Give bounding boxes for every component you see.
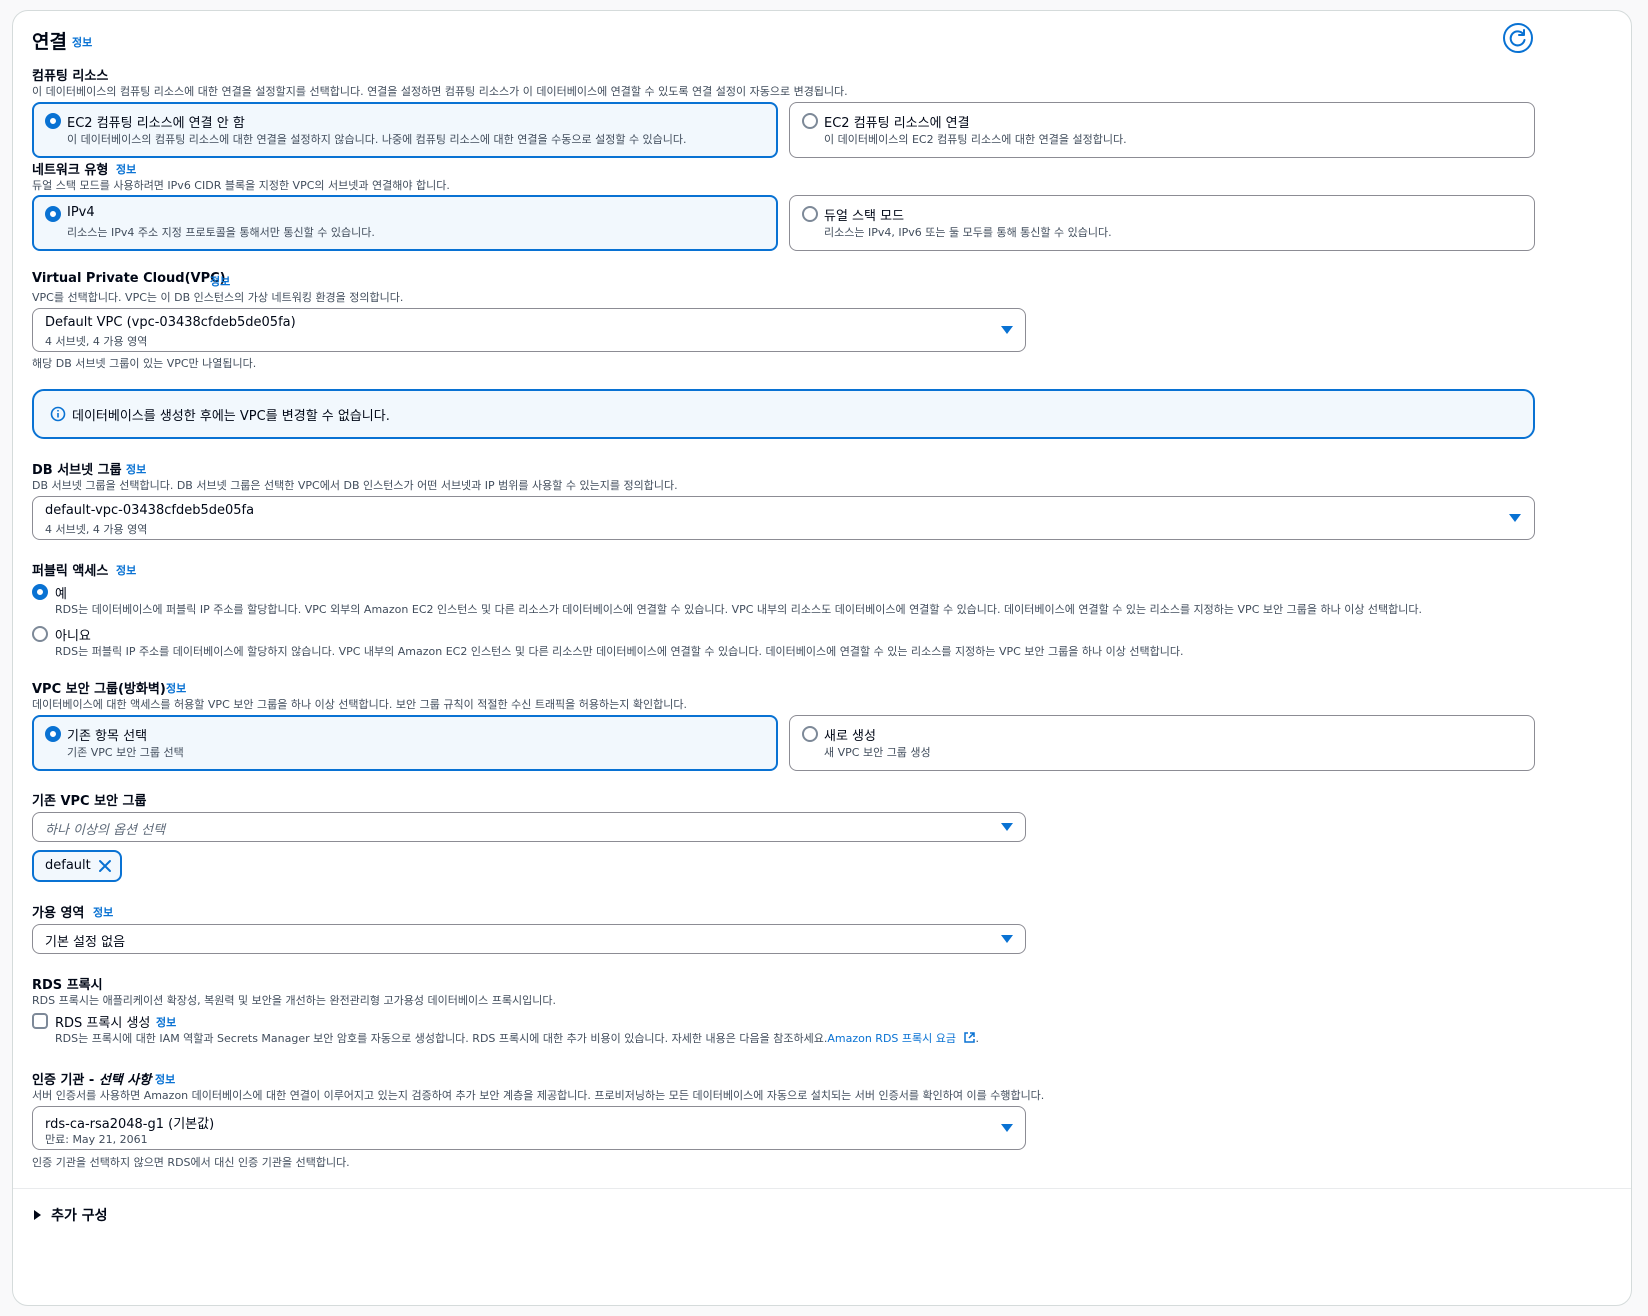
security-group-description: 데이터베이스에 대한 액세스를 허용할 VPC 보안 그룹을 하나 이상 선택합… bbox=[32, 698, 687, 711]
vpc-label: Virtual Private Cloud(VPC) bbox=[32, 271, 226, 286]
network-option-title: IPv4 bbox=[67, 205, 95, 220]
section-title: 연결 bbox=[32, 31, 67, 53]
security-group-label: VPC 보안 그룹(방화벽) bbox=[32, 682, 166, 697]
subnet-info-link[interactable]: 정보 bbox=[126, 461, 146, 477]
az-info-link[interactable]: 정보 bbox=[93, 904, 113, 920]
ca-select-sub: 만료: May 21, 2061 bbox=[45, 1133, 148, 1146]
alert-text: 데이터베이스를 생성한 후에는 VPC를 변경할 수 없습니다. bbox=[72, 409, 390, 424]
compute-description: 이 데이터베이스의 컴퓨팅 리소스에 대한 연결을 설정할지를 선택합니다. 연… bbox=[32, 85, 848, 98]
network-description: 듀얼 스택 모드를 사용하려면 IPv6 CIDR 블록을 지정한 VPC의 서… bbox=[32, 179, 450, 192]
security-group-info-link[interactable]: 정보 bbox=[166, 680, 186, 696]
chevron-down-icon bbox=[1509, 514, 1521, 522]
compute-radio-no-connect[interactable] bbox=[45, 113, 61, 129]
existing-sg-multiselect[interactable]: 하나 이상의 옵션 선택 bbox=[32, 812, 1026, 842]
external-link-icon[interactable] bbox=[963, 1031, 976, 1044]
existing-sg-label: 기존 VPC 보안 그룹 bbox=[32, 794, 147, 809]
az-label: 가용 영역 bbox=[32, 906, 85, 921]
ca-label: 인증 기관 - bbox=[32, 1073, 99, 1088]
vpc-hint: 해당 DB 서브넷 그룹이 있는 VPC만 나열됩니다. bbox=[32, 357, 257, 370]
proxy-checkbox-desc-row: RDS는 프록시에 대한 IAM 역할과 Secrets Manager 보안 … bbox=[55, 1030, 979, 1046]
network-option-title: 듀얼 스택 모드 bbox=[824, 209, 905, 224]
az-select-value: 기본 설정 없음 bbox=[45, 935, 126, 950]
vpc-description: VPC를 선택합니다. VPC는 이 DB 인스턴스의 가상 네트워킹 환경을 … bbox=[32, 291, 404, 304]
compute-option-title: EC2 컴퓨팅 리소스에 연결 bbox=[824, 116, 970, 131]
vpc-select-value: Default VPC (vpc-03438cfdeb5de05fa) bbox=[45, 315, 296, 330]
proxy-checkbox-label[interactable]: RDS 프록시 생성 bbox=[55, 1012, 150, 1031]
caret-right-icon bbox=[34, 1210, 41, 1220]
public-access-no-label[interactable]: 아니요 bbox=[55, 625, 91, 644]
network-option-ipv4[interactable]: IPv4 리소스는 IPv4 주소 지정 프로토콜을 통해서만 통신할 수 있습… bbox=[32, 195, 778, 251]
public-access-label: 퍼블릭 액세스 bbox=[32, 564, 109, 579]
ca-label-optional: 선택 사항 bbox=[98, 1073, 152, 1088]
refresh-button[interactable] bbox=[1503, 23, 1533, 53]
network-option-desc: 리소스는 IPv4, IPv6 또는 둘 모두를 통해 통신할 수 있습니다. bbox=[824, 226, 1112, 239]
proxy-label: RDS 프록시 bbox=[32, 978, 103, 993]
ca-description: 서버 인증서를 사용하면 Amazon 데이터베이스에 대한 연결이 이루어지고… bbox=[32, 1089, 1045, 1102]
proxy-info-link[interactable]: 정보 bbox=[156, 1014, 176, 1030]
subnet-select-value: default-vpc-03438cfdeb5de05fa bbox=[45, 503, 255, 518]
connectivity-panel: 연결 정보 컴퓨팅 리소스 이 데이터베이스의 컴퓨팅 리소스에 대한 연결을 … bbox=[12, 10, 1632, 1306]
ca-select-value: rds-ca-rsa2048-g1 (기본값) bbox=[45, 1117, 215, 1132]
proxy-checkbox-desc: RDS는 프록시에 대한 IAM 역할과 Secrets Manager 보안 … bbox=[55, 1032, 828, 1045]
compute-radio-connect[interactable] bbox=[802, 113, 818, 129]
vpc-info-alert: 데이터베이스를 생성한 후에는 VPC를 변경할 수 없습니다. bbox=[32, 389, 1535, 439]
section-info-link[interactable]: 정보 bbox=[72, 34, 92, 50]
sg-option-new[interactable]: 새로 생성 새 VPC 보안 그룹 생성 bbox=[789, 715, 1535, 771]
chevron-down-icon bbox=[1001, 1124, 1013, 1132]
chevron-down-icon bbox=[1001, 326, 1013, 334]
public-access-info-link[interactable]: 정보 bbox=[116, 562, 136, 578]
vpc-select-sub: 4 서브넷, 4 가용 영역 bbox=[45, 335, 148, 348]
chevron-down-icon bbox=[1001, 935, 1013, 943]
compute-option-desc: 이 데이터베이스의 컴퓨팅 리소스에 대한 연결을 설정하지 않습니다. 나중에… bbox=[67, 133, 687, 146]
network-info-link[interactable]: 정보 bbox=[116, 161, 136, 177]
public-access-no-desc: RDS는 퍼블릭 IP 주소를 데이터베이스에 할당하지 않습니다. VPC 내… bbox=[55, 645, 1184, 658]
chevron-down-icon bbox=[1001, 823, 1013, 831]
sg-option-title: 기존 항목 선택 bbox=[67, 729, 148, 744]
ca-select[interactable]: rds-ca-rsa2048-g1 (기본값) 만료: May 21, 2061 bbox=[32, 1106, 1026, 1150]
sg-option-title: 새로 생성 bbox=[824, 729, 876, 744]
sg-radio-new[interactable] bbox=[802, 726, 818, 742]
additional-config-toggle[interactable]: 추가 구성 bbox=[32, 1205, 108, 1225]
sg-token-label: default bbox=[45, 858, 91, 873]
network-option-desc: 리소스는 IPv4 주소 지정 프로토콜을 통해서만 통신할 수 있습니다. bbox=[67, 226, 375, 239]
sg-radio-existing[interactable] bbox=[45, 726, 61, 742]
compute-label: 컴퓨팅 리소스 bbox=[32, 69, 109, 84]
vpc-select[interactable]: Default VPC (vpc-03438cfdeb5de05fa) 4 서브… bbox=[32, 308, 1026, 352]
close-icon[interactable] bbox=[98, 859, 112, 873]
compute-option-connect[interactable]: EC2 컴퓨팅 리소스에 연결 이 데이터베이스의 EC2 컴퓨팅 리소스에 대… bbox=[789, 102, 1535, 158]
compute-option-title: EC2 컴퓨팅 리소스에 연결 안 함 bbox=[67, 116, 245, 131]
subnet-select-sub: 4 서브넷, 4 가용 영역 bbox=[45, 523, 148, 536]
refresh-icon bbox=[1509, 29, 1526, 47]
compute-option-no-connect[interactable]: EC2 컴퓨팅 리소스에 연결 안 함 이 데이터베이스의 컴퓨팅 리소스에 대… bbox=[32, 102, 778, 158]
subnet-label: DB 서브넷 그룹 bbox=[32, 463, 122, 478]
sg-option-desc: 기존 VPC 보안 그룹 선택 bbox=[67, 746, 184, 759]
network-radio-dual-stack[interactable] bbox=[802, 206, 818, 222]
proxy-pricing-link[interactable]: Amazon RDS 프록시 요금 bbox=[827, 1032, 956, 1045]
subnet-description: DB 서브넷 그룹을 선택합니다. DB 서브넷 그룹은 선택한 VPC에서 D… bbox=[32, 479, 678, 492]
sg-option-existing[interactable]: 기존 항목 선택 기존 VPC 보안 그룹 선택 bbox=[32, 715, 778, 771]
additional-config-label: 추가 구성 bbox=[51, 1208, 108, 1224]
vpc-info-link[interactable]: 정보 bbox=[210, 273, 230, 289]
sg-option-desc: 새 VPC 보안 그룹 생성 bbox=[824, 746, 931, 759]
public-access-radio-no[interactable] bbox=[32, 626, 48, 642]
info-icon bbox=[50, 406, 66, 422]
section-divider bbox=[13, 1188, 1631, 1189]
network-label: 네트워크 유형 bbox=[32, 163, 109, 178]
ca-label-row: 인증 기관 - 선택 사항 bbox=[32, 1069, 151, 1088]
proxy-checkbox[interactable] bbox=[32, 1013, 48, 1029]
network-option-dual-stack[interactable]: 듀얼 스택 모드 리소스는 IPv4, IPv6 또는 둘 모두를 통해 통신할… bbox=[789, 195, 1535, 251]
sg-token-default: default bbox=[32, 850, 122, 882]
existing-sg-placeholder: 하나 이상의 옵션 선택 bbox=[45, 823, 166, 838]
public-access-yes-label[interactable]: 예 bbox=[55, 583, 67, 602]
network-radio-ipv4[interactable] bbox=[45, 206, 61, 222]
proxy-description: RDS 프록시는 애플리케이션 확장성, 복원력 및 보안을 개선하는 완전관리… bbox=[32, 994, 556, 1007]
public-access-yes-desc: RDS는 데이터베이스에 퍼블릭 IP 주소를 할당합니다. VPC 외부의 A… bbox=[55, 603, 1423, 616]
public-access-radio-yes[interactable] bbox=[32, 584, 48, 600]
proxy-trailing: . bbox=[975, 1032, 980, 1045]
ca-info-link[interactable]: 정보 bbox=[155, 1071, 175, 1087]
subnet-select[interactable]: default-vpc-03438cfdeb5de05fa 4 서브넷, 4 가… bbox=[32, 496, 1535, 540]
compute-option-desc: 이 데이터베이스의 EC2 컴퓨팅 리소스에 대한 연결을 설정합니다. bbox=[824, 133, 1127, 146]
ca-hint: 인증 기관을 선택하지 않으면 RDS에서 대신 인증 기관을 선택합니다. bbox=[32, 1156, 350, 1169]
az-select[interactable]: 기본 설정 없음 bbox=[32, 924, 1026, 954]
